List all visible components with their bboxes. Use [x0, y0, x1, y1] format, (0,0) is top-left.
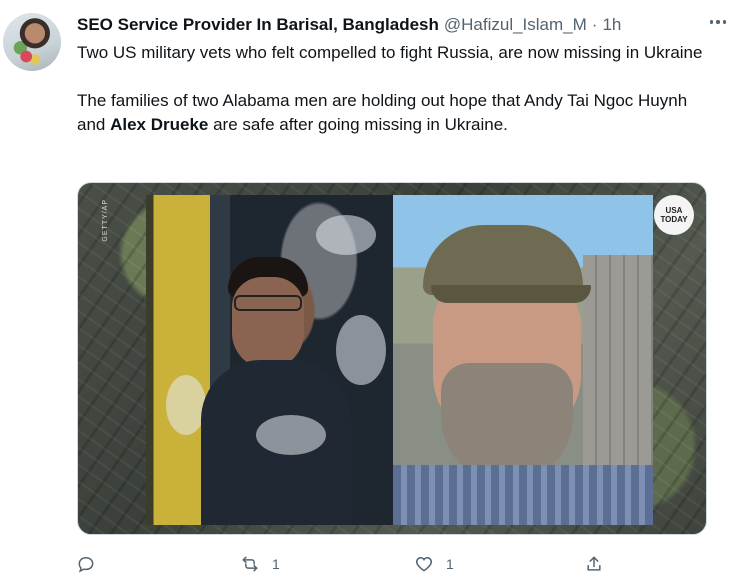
getty-watermark: GETTY/AP	[102, 199, 109, 242]
separator: ·	[591, 15, 598, 34]
share-icon	[587, 556, 601, 571]
badge-line-1: USA	[665, 206, 683, 215]
author-handle[interactable]: @Hafizul_Islam_M	[444, 13, 587, 37]
photo-left	[146, 195, 393, 525]
share-button[interactable]	[584, 548, 604, 580]
timestamp[interactable]: 1h	[602, 13, 621, 37]
retweet-count: 1	[272, 556, 280, 572]
tweet[interactable]: SEO Service Provider In Barisal, Banglad…	[0, 0, 753, 588]
like-button[interactable]: 1	[414, 548, 454, 580]
heart-icon	[415, 556, 433, 572]
text-part-2: are safe after going missing in Ukraine.	[208, 115, 508, 134]
tweet-media-image[interactable]: GETTY/AP USA TODAY	[77, 182, 707, 535]
bold-name: Alex Drueke	[110, 115, 209, 134]
retweet-button[interactable]: 1	[240, 548, 280, 580]
retweet-icon	[242, 556, 258, 572]
like-count: 1	[446, 556, 454, 572]
tweet-text: Two US military vets who felt compelled …	[77, 41, 717, 137]
tweet-actions: 1 1	[70, 548, 630, 580]
photo-right	[393, 195, 653, 525]
reply-button[interactable]	[76, 548, 96, 580]
badge-line-2: TODAY	[660, 215, 688, 224]
more-options-icon[interactable]	[705, 12, 731, 32]
avatar[interactable]	[3, 13, 61, 71]
tweet-paragraph-2: The families of two Alabama men are hold…	[77, 89, 717, 137]
tweet-header: SEO Service Provider In Barisal, Banglad…	[77, 13, 713, 37]
author-name[interactable]: SEO Service Provider In Barisal, Banglad…	[77, 13, 439, 37]
usa-today-logo: USA TODAY	[654, 195, 694, 235]
tweet-paragraph-1: Two US military vets who felt compelled …	[77, 43, 703, 62]
reply-icon	[78, 556, 94, 573]
